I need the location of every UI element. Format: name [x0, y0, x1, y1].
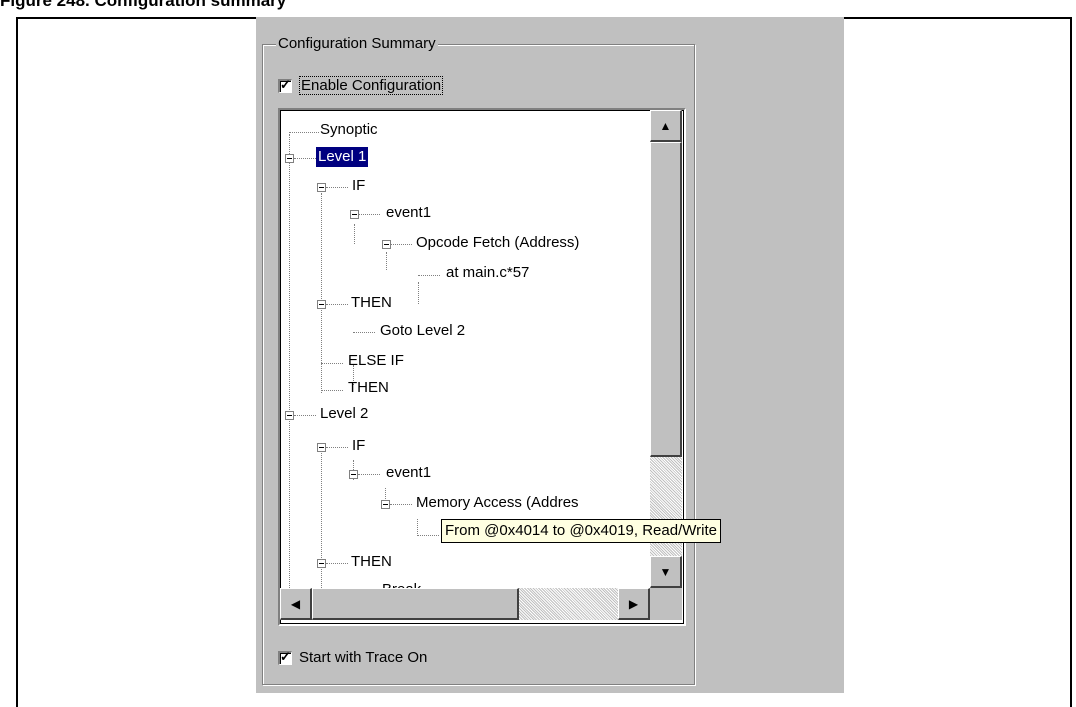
collapse-icon[interactable] [317, 443, 326, 452]
tree-node-opcode-fetch[interactable]: Opcode Fetch (Address) [416, 233, 579, 253]
collapse-icon[interactable] [317, 300, 326, 309]
tree-node-memory-access[interactable]: Memory Access (Addres [416, 493, 579, 513]
collapse-icon[interactable] [285, 411, 294, 420]
right-arrow-icon: ▶ [628, 596, 639, 611]
collapse-icon[interactable] [382, 240, 391, 249]
scroll-right-button[interactable]: ▶ [618, 588, 650, 620]
collapse-icon[interactable] [381, 500, 390, 509]
tree-node-level-2[interactable]: Level 2 [320, 404, 368, 424]
scroll-left-button[interactable]: ◀ [280, 588, 312, 620]
down-arrow-icon: ▼ [659, 564, 672, 579]
tree-node-at-main-c[interactable]: at main.c*57 [446, 263, 529, 283]
configuration-tree[interactable]: Synoptic Level 1 IF event1 Opcode Fetch … [278, 108, 686, 626]
tree-node-event1[interactable]: event1 [386, 203, 431, 223]
tree-node-if[interactable]: IF [352, 436, 365, 456]
tree-node-then[interactable]: THEN [351, 552, 392, 572]
scroll-up-button[interactable]: ▲ [650, 110, 682, 142]
tree-node-synoptic[interactable]: Synoptic [320, 120, 378, 140]
enable-configuration-label[interactable]: Enable Configuration [299, 76, 444, 95]
up-arrow-icon: ▲ [659, 118, 672, 133]
checkmark-icon: ✓ [280, 648, 291, 664]
enable-configuration-row[interactable]: ✓ Enable Configuration [278, 76, 444, 95]
vertical-scrollbar[interactable]: ▲ ▼ [650, 110, 682, 588]
collapse-icon[interactable] [350, 210, 359, 219]
tree-node-goto-level-2[interactable]: Goto Level 2 [380, 321, 465, 341]
tree-node-level-1[interactable]: Level 1 [314, 146, 370, 168]
tree-node-event1[interactable]: event1 [386, 463, 431, 483]
collapse-icon[interactable] [317, 183, 326, 192]
group-legend: Configuration Summary [276, 34, 438, 54]
scroll-down-button[interactable]: ▼ [650, 556, 682, 588]
tooltip: From @0x4014 to @0x4019, Read/Write [441, 519, 721, 543]
collapse-icon[interactable] [285, 154, 294, 163]
tree-view: Synoptic Level 1 IF event1 Opcode Fetch … [280, 110, 650, 588]
tree-node-break[interactable]: Break [382, 580, 421, 588]
collapse-icon[interactable] [349, 470, 358, 479]
collapse-icon[interactable] [317, 559, 326, 568]
figure-title: Figure 248. Configuration summary [0, 0, 287, 10]
left-arrow-icon: ◀ [290, 596, 301, 611]
horizontal-scroll-thumb[interactable] [312, 588, 519, 620]
horizontal-scrollbar[interactable]: ◀ ▶ [280, 588, 650, 620]
tree-node-then[interactable]: THEN [351, 293, 392, 313]
enable-configuration-checkbox[interactable]: ✓ [278, 76, 292, 93]
tree-node-if[interactable]: IF [352, 176, 365, 196]
checkmark-icon: ✓ [280, 76, 291, 92]
start-with-trace-checkbox[interactable]: ✓ [278, 648, 292, 665]
vertical-scroll-thumb[interactable] [650, 142, 682, 457]
scrollbar-corner [650, 588, 682, 620]
tree-node-else-if[interactable]: ELSE IF [348, 351, 404, 371]
tree-node-then[interactable]: THEN [348, 378, 389, 398]
start-with-trace-label[interactable]: Start with Trace On [299, 649, 427, 666]
start-with-trace-row[interactable]: ✓ Start with Trace On [278, 649, 427, 666]
